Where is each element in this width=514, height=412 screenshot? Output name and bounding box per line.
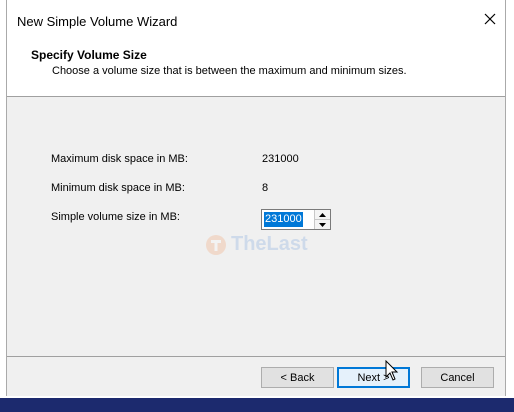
button-divider — [7, 356, 505, 357]
wizard-window: New Simple Volume Wizard Specify Volume … — [6, 0, 506, 396]
stepper-up-button[interactable] — [315, 210, 330, 220]
next-button[interactable]: Next > — [337, 367, 410, 388]
taskbar — [0, 398, 514, 412]
watermark-text: TheLast — [231, 233, 308, 255]
volume-size-stepper[interactable]: 231000 — [261, 209, 331, 230]
cancel-button[interactable]: Cancel — [421, 367, 494, 388]
mouse-pointer-icon — [385, 360, 399, 381]
back-button[interactable]: < Back — [261, 367, 334, 388]
max-size-value: 231000 — [262, 153, 299, 165]
stepper-down-button[interactable] — [315, 220, 330, 229]
title-bar: New Simple Volume Wizard — [7, 0, 505, 38]
wizard-header: Specify Volume Size Choose a volume size… — [7, 38, 505, 97]
stepper-buttons — [314, 210, 330, 229]
page-title: Specify Volume Size — [31, 48, 147, 62]
max-size-label: Maximum disk space in MB: — [51, 153, 188, 165]
close-button[interactable] — [475, 4, 505, 34]
watermark: TheLast — [205, 233, 308, 256]
close-icon — [484, 13, 496, 25]
watermark-logo-icon — [206, 234, 226, 255]
min-size-label: Minimum disk space in MB: — [51, 182, 185, 194]
volume-size-input[interactable]: 231000 — [264, 212, 303, 227]
caret-up-icon — [319, 212, 326, 217]
caret-down-icon — [319, 222, 326, 227]
volume-size-label: Simple volume size in MB: — [51, 211, 180, 223]
page-subtitle: Choose a volume size that is between the… — [52, 65, 407, 77]
min-size-value: 8 — [262, 182, 269, 194]
window-title: New Simple Volume Wizard — [17, 14, 178, 29]
